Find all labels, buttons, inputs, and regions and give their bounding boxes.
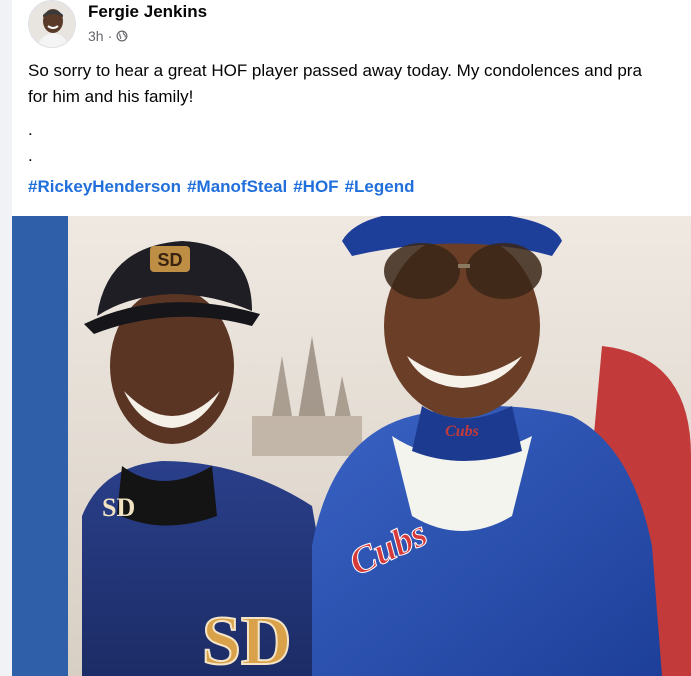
- post-time[interactable]: 3h: [88, 28, 104, 44]
- right-collar-text: Cubs: [445, 423, 479, 440]
- left-collar-logo: SD: [102, 493, 135, 522]
- post-message-line-1: So sorry to hear a great HOF player pass…: [28, 61, 642, 80]
- photo-border-strip: [12, 216, 68, 676]
- meta-separator: ·: [107, 28, 113, 44]
- left-chest-logo: SD: [202, 603, 291, 676]
- globe-icon[interactable]: [116, 30, 128, 42]
- hashtags: #RickeyHenderson #ManofSteal #HOF #Legend: [28, 177, 420, 197]
- post-message: So sorry to hear a great HOF player pass…: [28, 58, 691, 110]
- left-cap-logo: SD: [157, 250, 182, 270]
- post-message-line-2: for him and his family!: [28, 87, 194, 106]
- hashtag-link[interactable]: #RickeyHenderson: [28, 177, 181, 196]
- post-message-dot-2: .: [28, 146, 33, 165]
- hashtag-link[interactable]: #ManofSteal: [187, 177, 287, 196]
- author-avatar[interactable]: [28, 0, 76, 48]
- author-name[interactable]: Fergie Jenkins: [88, 2, 207, 22]
- hashtag-link[interactable]: #HOF: [293, 177, 338, 196]
- post-meta: 3h ·: [88, 28, 128, 44]
- post-message-dot-1: .: [28, 120, 33, 139]
- post-card: Fergie Jenkins 3h · So sorry to hear a g…: [12, 0, 691, 676]
- post-photo[interactable]: SD SD SD Cubs Cubs: [12, 216, 691, 676]
- hashtag-link[interactable]: #Legend: [345, 177, 415, 196]
